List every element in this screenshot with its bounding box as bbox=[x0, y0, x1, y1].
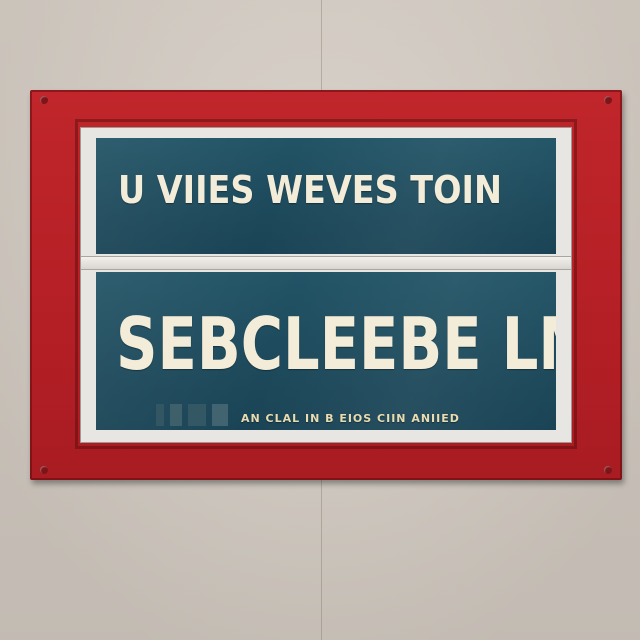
lower-glass-pane: SEBCLEEBE LM AN CLAL IN B EIOS CIIN ANII… bbox=[96, 272, 556, 430]
wall-seam-top bbox=[321, 0, 322, 92]
sign-small-line: AN CLAL IN B EIOS CIIN ANIIED bbox=[241, 412, 460, 425]
wall-seam-bottom bbox=[321, 478, 322, 640]
window-divider bbox=[81, 256, 571, 270]
sign-window: U VIIES WEVES TOIN SEBCLEEBE LM AN CLAL … bbox=[80, 127, 572, 443]
upper-glass-pane: U VIIES WEVES TOIN bbox=[96, 138, 556, 254]
frame-bolt-icon bbox=[40, 96, 48, 104]
frame-bolt-icon bbox=[604, 466, 612, 474]
city-reflection bbox=[148, 404, 238, 426]
sign-top-line: U VIIES WEVES TOIN bbox=[118, 168, 502, 212]
sign-main-line: SEBCLEEBE LM bbox=[116, 302, 556, 386]
frame-bolt-icon bbox=[604, 96, 612, 104]
frame-bolt-icon bbox=[40, 466, 48, 474]
